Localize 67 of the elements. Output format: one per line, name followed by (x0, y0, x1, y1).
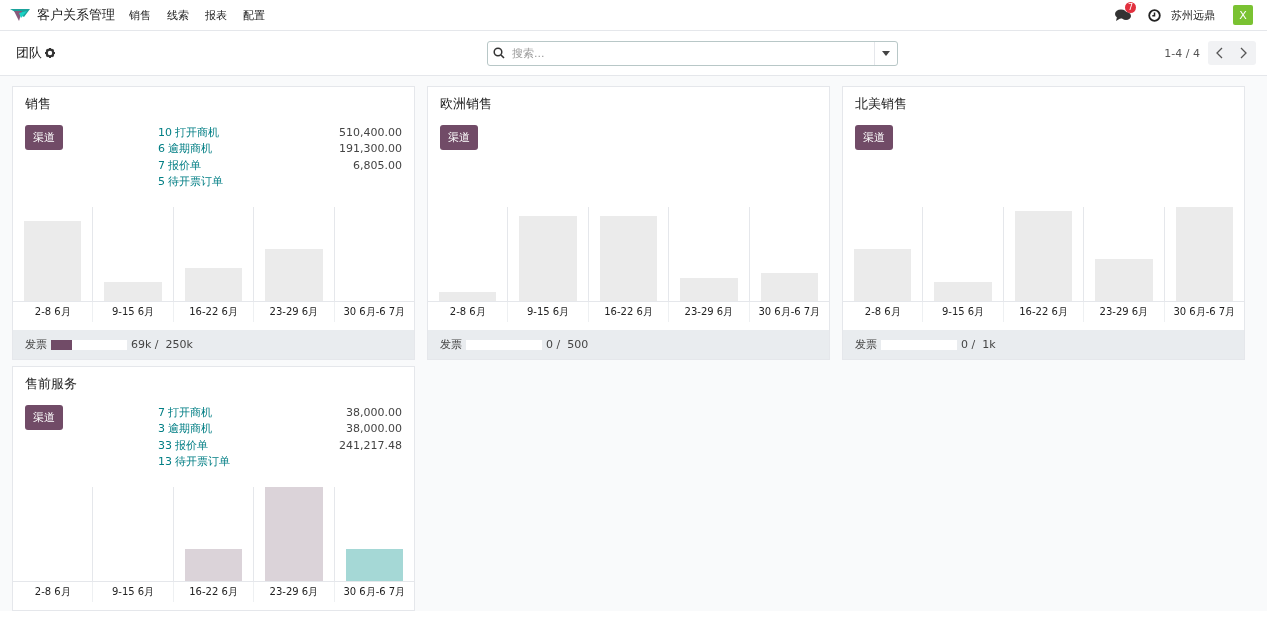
axis-label: 16-22 6月 (189, 585, 238, 599)
axis-label: 2-8 6月 (864, 305, 901, 319)
settings-icon[interactable] (45, 48, 55, 58)
axis-label: 9-15 6月 (112, 585, 155, 599)
team-name: 售前服务 (25, 375, 78, 393)
stat-link[interactable]: 7 报价单 (158, 157, 202, 174)
pipeline-button[interactable]: 渠道 (25, 405, 63, 430)
chevron-right-icon (1240, 47, 1248, 59)
pipeline-button[interactable]: 渠道 (855, 125, 893, 150)
clock-icon[interactable] (1148, 8, 1161, 22)
pipeline-button[interactable]: 渠道 (25, 125, 63, 150)
menu-item[interactable]: 线索 (167, 7, 189, 23)
axis-label: 30 6月-6 7月 (1173, 305, 1236, 319)
axis-label: 2-8 6月 (34, 585, 71, 599)
stat-link[interactable]: 7 打开商机 (158, 405, 213, 422)
page-title: 团队 (16, 44, 42, 62)
menu-item[interactable]: 销售 (129, 7, 151, 23)
chart-bar (345, 549, 404, 581)
axis-label: 16-22 6月 (604, 305, 653, 319)
invoicing-reading: 0 / 500 (546, 338, 589, 351)
stat-amount: 38,000.00 (346, 405, 402, 421)
chat-icon[interactable] (1115, 8, 1132, 22)
stat-link[interactable]: 10 打开商机 (158, 125, 220, 142)
invoicing-label: 发票 (25, 337, 47, 352)
invoicing-reading: 0 / 1k (961, 338, 996, 351)
app-logo-icon[interactable] (10, 8, 30, 22)
stat-amount: 191,300.00 (339, 141, 402, 158)
axis-label: 16-22 6月 (1019, 305, 1068, 319)
stat-amount: 241,217.48 (339, 437, 402, 454)
invoicing-label: 发票 (440, 337, 462, 352)
pager-value[interactable]: 1-4 / 4 (1164, 46, 1200, 60)
pipeline-button[interactable]: 渠道 (440, 125, 478, 150)
menu-item[interactable]: 报表 (205, 7, 227, 23)
menu-item[interactable]: 配置 (243, 7, 265, 23)
axis-label: 30 6月-6 7月 (758, 305, 821, 319)
axis-label: 23-29 6月 (684, 305, 734, 319)
axis-label: 2-8 6月 (449, 305, 486, 319)
axis-label: 30 6月-6 7月 (343, 305, 406, 319)
stat-link[interactable]: 33 报价单 (158, 437, 209, 454)
stat-link[interactable]: 3 逾期商机 (158, 421, 213, 438)
axis-label: 2-8 6月 (34, 305, 71, 319)
stat-link[interactable]: 13 待开票订单 (158, 453, 231, 471)
team-name: 北美销售 (855, 95, 908, 113)
axis-label: 23-29 6月 (1099, 305, 1149, 319)
stat-amount: 38,000.00 (346, 421, 402, 438)
search-field[interactable]: 搜索... (487, 40, 898, 66)
axis-label: 30 6月-6 7月 (343, 585, 406, 599)
chart-bar (184, 549, 243, 581)
stat-amount: 6,805.00 (353, 157, 402, 174)
axis-label: 23-29 6月 (269, 585, 319, 599)
invoicing-reading: 69k / 250k (131, 338, 193, 351)
team-name: 销售 (25, 95, 52, 113)
stat-link[interactable]: 6 逾期商机 (158, 141, 213, 158)
app-name[interactable]: 客户关系管理 (37, 6, 115, 24)
message-count-badge: 7 (1125, 2, 1137, 13)
stat-link[interactable]: 5 待开票订单 (158, 173, 224, 191)
caret-icon (882, 50, 890, 56)
axis-label: 9-15 6月 (112, 305, 155, 319)
chevron-left-icon (1216, 47, 1224, 59)
company-switcher[interactable]: 苏州远鼎 (1171, 7, 1215, 23)
stat-amount: 510,400.00 (339, 125, 402, 141)
axis-label: 23-29 6月 (269, 305, 319, 319)
axis-label: 16-22 6月 (189, 305, 238, 319)
axis-label: 9-15 6月 (942, 305, 985, 319)
invoicing-label: 发票 (855, 337, 877, 352)
team-name: 欧洲销售 (440, 95, 493, 113)
axis-label: 9-15 6月 (527, 305, 570, 319)
